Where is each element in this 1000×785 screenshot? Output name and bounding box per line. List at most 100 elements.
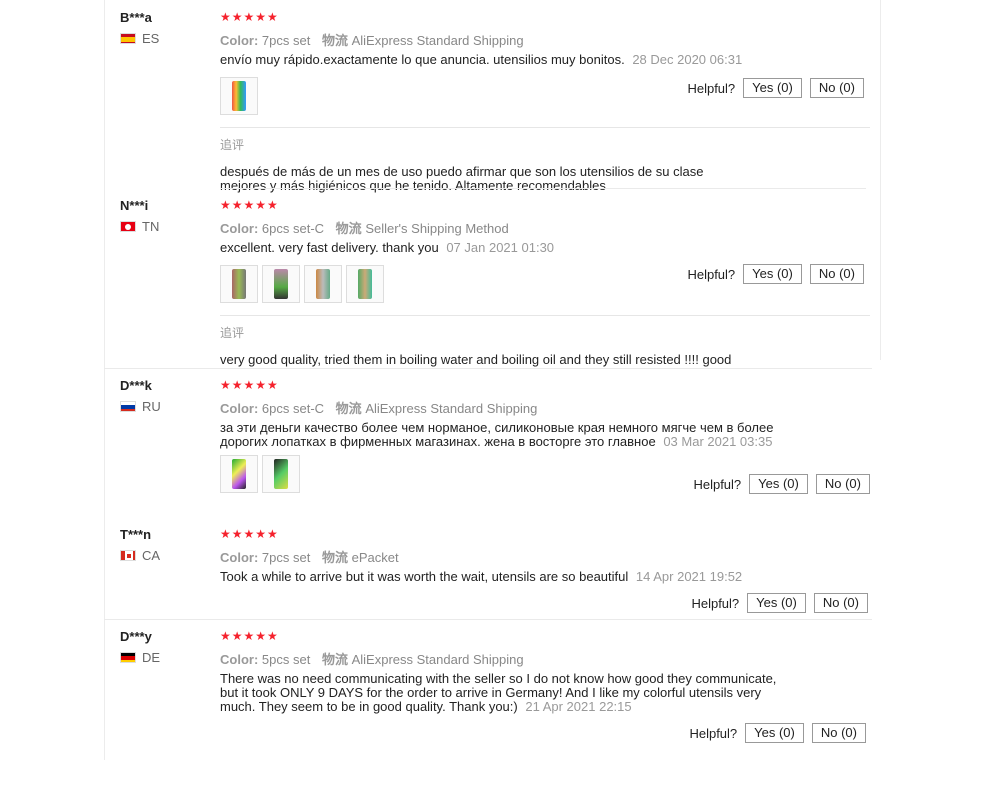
shipping-value: AliExpress Standard Shipping — [351, 33, 524, 48]
shipping-value: AliExpress Standard Shipping — [351, 652, 524, 667]
reviewer-name: D***y — [120, 629, 152, 644]
reviewer-country: DE — [120, 650, 160, 665]
color-value: 6pcs set-C — [261, 221, 325, 236]
reviewer-name: T***n — [120, 527, 152, 542]
review-photo-thumb[interactable] — [304, 265, 342, 303]
review-content: за эти деньги качество более чем нормано… — [220, 421, 790, 449]
followup-text: very good quality, tried them in boiling… — [220, 352, 732, 367]
shipping-value: AliExpress Standard Shipping — [365, 401, 538, 416]
review-text: envío muy rápido.exactamente lo que anun… — [220, 52, 625, 67]
reviewer-info: T***n CA — [120, 527, 160, 563]
reviewer-country: ES — [120, 31, 159, 46]
star-rating: ★★★★★ — [220, 378, 279, 392]
review-photo-thumb[interactable] — [346, 265, 384, 303]
review-item: B***a ES ★★★★★ Color: 7pcs set 物流 AliExp… — [104, 10, 880, 193]
review-item: D***k RU ★★★★★ Color: 6pcs set-C 物流 AliE… — [104, 378, 880, 512]
helpful-label: Helpful? — [693, 476, 742, 492]
reviewer-info: B***a ES — [120, 10, 159, 46]
review-meta: Color: 6pcs set-C 物流 Seller's Shipping M… — [220, 218, 870, 237]
followup-label: 追评 — [220, 326, 245, 340]
review-meta: Color: 7pcs set 物流 ePacket — [220, 547, 870, 566]
section-divider — [220, 315, 870, 316]
helpful-yes-button[interactable]: Yes (0) — [749, 474, 808, 494]
review-content: excellent. very fast delivery. thank you… — [220, 241, 790, 255]
review-item: N***i TN ★★★★★ Color: 6pcs set-C 物流 Sell… — [104, 198, 880, 368]
helpful-no-button[interactable]: No (0) — [815, 474, 870, 494]
review-meta: Color: 7pcs set 物流 AliExpress Standard S… — [220, 30, 870, 49]
review-photo-thumb[interactable] — [220, 455, 258, 493]
star-rating: ★★★★★ — [220, 527, 279, 541]
reviewer-country: CA — [120, 548, 160, 563]
flag-ca-icon — [120, 550, 136, 561]
review-date: 28 Dec 2020 06:31 — [632, 52, 743, 67]
country-code: ES — [142, 31, 160, 46]
shipping-value: Seller's Shipping Method — [365, 221, 509, 236]
followup-label: 追评 — [220, 138, 245, 152]
color-label: Color: — [220, 221, 259, 236]
shipping-label: 物流 — [321, 550, 348, 565]
helpful-yes-button[interactable]: Yes (0) — [747, 593, 806, 613]
shipping-label: 物流 — [335, 221, 362, 236]
section-divider — [220, 127, 870, 128]
helpful-no-button[interactable]: No (0) — [809, 78, 864, 98]
right-border — [880, 0, 881, 360]
helpful-no-button[interactable]: No (0) — [811, 723, 866, 743]
review-item: T***n CA ★★★★★ Color: 7pcs set 物流 ePacke… — [104, 527, 880, 617]
country-code: DE — [142, 650, 161, 665]
star-rating: ★★★★★ — [220, 10, 279, 24]
shipping-label: 物流 — [321, 33, 348, 48]
flag-tn-icon — [120, 221, 136, 232]
shipping-label: 物流 — [335, 401, 362, 416]
helpful-no-button[interactable]: No (0) — [809, 264, 864, 284]
helpful-controls: Helpful? Yes (0) No (0) — [691, 593, 868, 613]
shipping-value: ePacket — [351, 550, 399, 565]
helpful-label: Helpful? — [687, 80, 736, 96]
flag-es-icon — [120, 33, 136, 44]
review-photo-thumb[interactable] — [220, 265, 258, 303]
helpful-yes-button[interactable]: Yes (0) — [743, 78, 802, 98]
review-date: 21 Apr 2021 22:15 — [525, 699, 632, 714]
review-photo-thumb[interactable] — [262, 265, 300, 303]
review-main: ★★★★★ Color: 7pcs set 物流 AliExpress Stan… — [220, 10, 870, 193]
review-text: Took a while to arrive but it was worth … — [220, 569, 629, 584]
review-main: ★★★★★ Color: 7pcs set 物流 ePacket Took a … — [220, 527, 870, 584]
color-label: Color: — [220, 401, 259, 416]
helpful-controls: Helpful? Yes (0) No (0) — [693, 474, 870, 494]
helpful-label: Helpful? — [687, 266, 736, 282]
helpful-no-button[interactable]: No (0) — [813, 593, 868, 613]
reviewer-country: TN — [120, 219, 159, 234]
color-value: 5pcs set — [261, 652, 311, 667]
review-date: 14 Apr 2021 19:52 — [635, 569, 743, 584]
review-content: envío muy rápido.exactamente lo que anun… — [220, 53, 790, 67]
reviewer-info: D***k RU — [120, 378, 161, 414]
helpful-yes-button[interactable]: Yes (0) — [745, 723, 804, 743]
color-value: 6pcs set-C — [261, 401, 325, 416]
review-meta: Color: 6pcs set-C 物流 AliExpress Standard… — [220, 398, 870, 417]
helpful-controls: Helpful? Yes (0) No (0) — [687, 78, 864, 98]
review-photo-thumb[interactable] — [220, 77, 258, 115]
flag-de-icon — [120, 652, 136, 663]
helpful-yes-button[interactable]: Yes (0) — [743, 264, 802, 284]
flag-ru-icon — [120, 401, 136, 412]
reviewer-info: D***y DE — [120, 629, 160, 665]
review-divider — [104, 619, 872, 620]
color-label: Color: — [220, 33, 259, 48]
country-code: CA — [142, 548, 161, 563]
reviewer-name: N***i — [120, 198, 149, 213]
review-content: Took a while to arrive but it was worth … — [220, 570, 790, 584]
star-rating: ★★★★★ — [220, 629, 279, 643]
review-text: excellent. very fast delivery. thank you — [220, 240, 439, 255]
helpful-controls: Helpful? Yes (0) No (0) — [689, 723, 866, 743]
review-photo-thumb[interactable] — [262, 455, 300, 493]
star-rating: ★★★★★ — [220, 198, 279, 212]
color-value: 7pcs set — [261, 550, 311, 565]
review-meta: Color: 5pcs set 物流 AliExpress Standard S… — [220, 649, 870, 668]
color-label: Color: — [220, 550, 259, 565]
reviewer-country: RU — [120, 399, 161, 414]
color-label: Color: — [220, 652, 259, 667]
reviewer-info: N***i TN — [120, 198, 159, 234]
review-date: 03 Mar 2021 03:35 — [663, 434, 773, 449]
color-value: 7pcs set — [261, 33, 311, 48]
helpful-label: Helpful? — [689, 725, 738, 741]
review-divider — [104, 368, 872, 369]
